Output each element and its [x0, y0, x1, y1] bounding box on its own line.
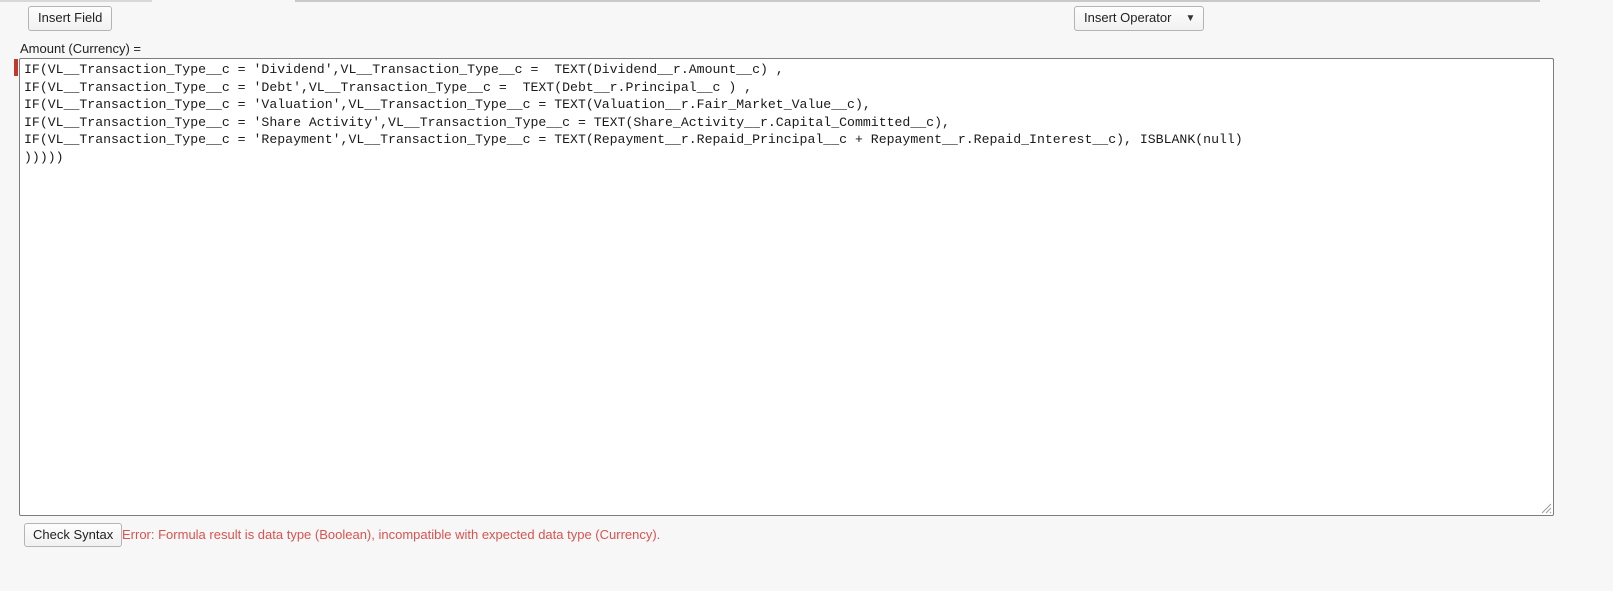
error-line-marker: [14, 59, 18, 76]
formula-input[interactable]: [19, 58, 1554, 516]
formula-toolbar: Insert Field Insert Operator ▼: [0, 0, 1613, 40]
syntax-error-message: Error: Formula result is data type (Bool…: [122, 527, 661, 542]
formula-editor-page: Insert Field Insert Operator ▼ Amount (Cu…: [0, 0, 1613, 591]
formula-field-label: Amount (Currency) =: [20, 41, 142, 56]
insert-operator-label: Insert Operator: [1084, 10, 1172, 25]
insert-field-button[interactable]: Insert Field: [28, 6, 113, 31]
formula-editor-container: [14, 58, 1554, 516]
formula-footer: Check Syntax Error: Formula result is da…: [0, 521, 1613, 556]
check-syntax-button[interactable]: Check Syntax: [24, 523, 123, 547]
insert-operator-button[interactable]: Insert Operator ▼: [1074, 6, 1205, 31]
chevron-down-icon: ▼: [1185, 13, 1196, 24]
